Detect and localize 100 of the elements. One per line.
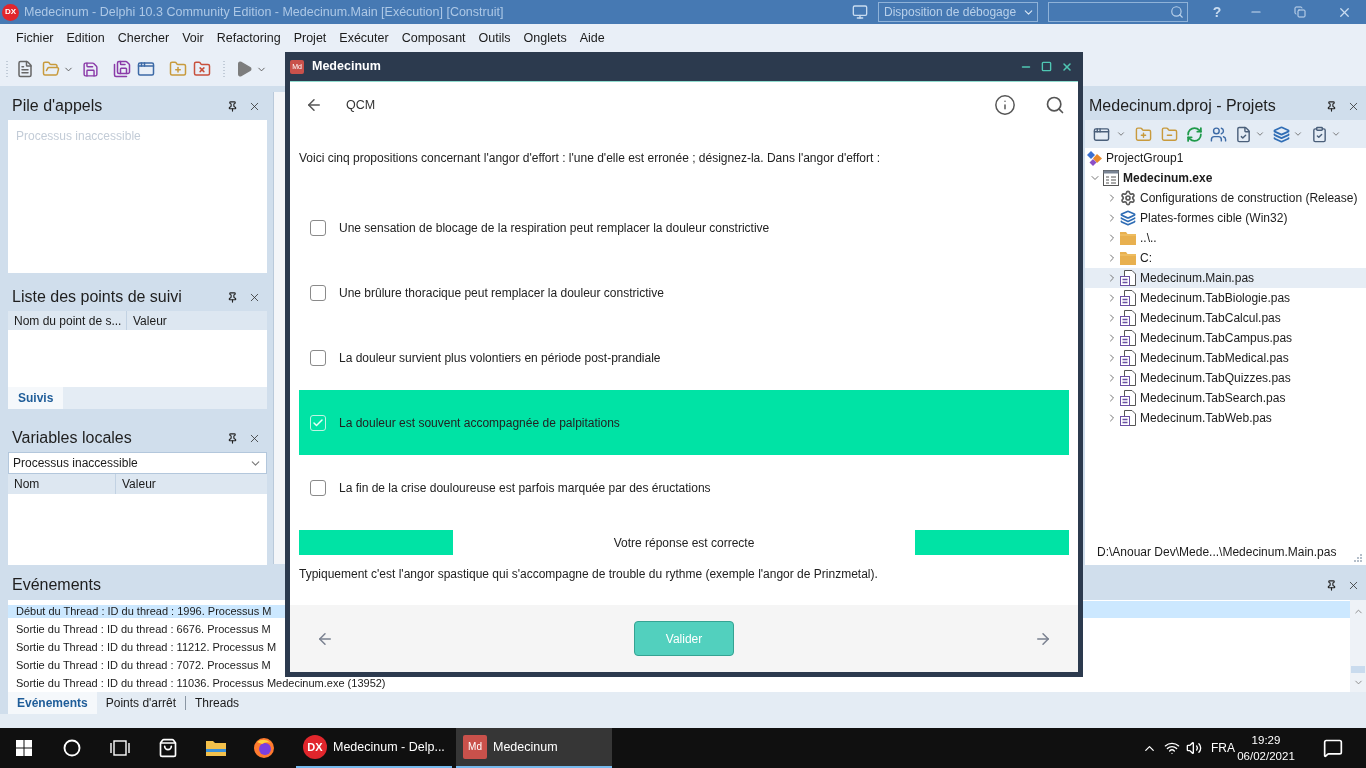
pin-icon[interactable]: [227, 291, 238, 303]
answer-option[interactable]: La douleur est souvent accompagnée de palpitations: [299, 390, 1069, 455]
close-icon[interactable]: [1061, 60, 1073, 73]
folder-plus-icon[interactable]: [1135, 125, 1152, 143]
save-all-icon[interactable]: [113, 60, 131, 78]
menu-item[interactable]: Outils: [478, 28, 511, 48]
tree-item[interactable]: Medecinum.TabSearch.pas: [1085, 388, 1366, 408]
info-icon[interactable]: [994, 94, 1016, 116]
panel-title: Evénements: [12, 575, 101, 595]
file-check-icon[interactable]: [1235, 125, 1252, 143]
layers-icon[interactable]: [1273, 125, 1290, 143]
play-icon[interactable]: [235, 60, 253, 78]
tree-item[interactable]: Medecinum.TabCalcul.pas: [1085, 308, 1366, 328]
caret-icon[interactable]: [1293, 129, 1303, 139]
tree-item[interactable]: ProjectGroup1: [1085, 148, 1366, 168]
pin-icon[interactable]: [227, 432, 238, 444]
tab[interactable]: Evénements: [8, 692, 97, 714]
notification-icon[interactable]: [1323, 738, 1343, 758]
checkbox[interactable]: [310, 284, 326, 301]
scrollbar[interactable]: [1350, 600, 1366, 692]
task-view-icon[interactable]: [110, 740, 130, 756]
file-icon[interactable]: [16, 60, 34, 78]
menu-item[interactable]: Exécuter: [339, 28, 389, 48]
tab[interactable]: Threads: [186, 692, 249, 714]
tree-item[interactable]: Medecinum.exe: [1085, 168, 1366, 188]
pin-icon[interactable]: [1326, 579, 1337, 591]
window-icon[interactable]: [137, 60, 155, 78]
menu-item[interactable]: Chercher: [117, 28, 170, 48]
result-message: Votre réponse est correcte: [613, 534, 755, 552]
process-dropdown[interactable]: Processus inaccessible: [8, 452, 267, 474]
tree-item[interactable]: Medecinum.TabBiologie.pas: [1085, 288, 1366, 308]
menu-item[interactable]: Onglets: [523, 28, 567, 48]
caret-icon[interactable]: [1255, 129, 1265, 139]
language-indicator[interactable]: FRA: [1210, 739, 1236, 757]
refresh-icon[interactable]: [1186, 125, 1203, 143]
resize-grip-icon: [1354, 554, 1362, 562]
volume-icon[interactable]: [1186, 740, 1202, 756]
monitor-icon[interactable]: [852, 4, 868, 20]
tree-item[interactable]: Medecinum.TabWeb.pas: [1085, 408, 1366, 428]
tree-item[interactable]: Medecinum.TabCampus.pas: [1085, 328, 1366, 348]
tree-item[interactable]: C:: [1085, 248, 1366, 268]
log-entry[interactable]: Sortie du Thread : ID du thread : 11212. Processus M: [8, 641, 285, 654]
layers-icon: [1120, 210, 1136, 226]
scroll-thumb[interactable]: [1351, 666, 1365, 673]
window-title: Medecinum - Delphi 10.3 Community Edition - Medecinum.Main [Exécution] [Construit]: [24, 3, 504, 21]
clipboard-check-icon[interactable]: [1311, 125, 1328, 143]
clock-time[interactable]: 19:29: [1251, 732, 1281, 748]
menu-item[interactable]: Edition: [66, 28, 105, 48]
column-header[interactable]: Valeur: [116, 474, 267, 494]
tab[interactable]: Points d'arrêt: [96, 692, 186, 714]
tree-item[interactable]: Medecinum.Main.pas: [1085, 268, 1366, 288]
tree-item[interactable]: ..\..: [1085, 228, 1366, 248]
app-logo: DX: [303, 735, 327, 759]
folder-icon[interactable]: [206, 740, 226, 756]
menu-item[interactable]: Refactoring: [216, 28, 281, 48]
caret-icon[interactable]: [1116, 129, 1126, 139]
restore-icon[interactable]: [1294, 6, 1306, 18]
menu-item[interactable]: Voir: [182, 28, 204, 48]
save-icon[interactable]: [82, 60, 99, 78]
log-entry[interactable]: Début du Thread : ID du thread : 1996. Processus M: [8, 605, 285, 618]
tab[interactable]: Suivis: [8, 387, 64, 409]
search-icon[interactable]: [1045, 95, 1065, 115]
checkbox[interactable]: [310, 219, 326, 236]
tree-item[interactable]: Medecinum.TabQuizzes.pas: [1085, 368, 1366, 388]
folder-plus-icon[interactable]: [169, 60, 187, 78]
wifi-icon[interactable]: [1164, 740, 1180, 756]
file-path: D:\Anouar Dev\Mede...\Medecinum.Main.pas: [1097, 544, 1337, 561]
folder-open-icon[interactable]: [42, 60, 60, 78]
circle-icon[interactable]: [63, 739, 81, 757]
menu-item[interactable]: Composant: [401, 28, 466, 48]
app-logo: Md: [463, 735, 487, 759]
document-icon: [1120, 270, 1136, 286]
checkbox[interactable]: [310, 479, 326, 496]
menu-item[interactable]: Projet: [293, 28, 327, 48]
browser-icon[interactable]: [254, 738, 274, 758]
checkbox[interactable]: [310, 349, 326, 366]
taskbar-button[interactable]: Md Medecinum: [456, 728, 612, 768]
caret-icon[interactable]: [1331, 129, 1341, 139]
tree-item[interactable]: Plates-formes cible (Win32): [1085, 208, 1366, 228]
maximize-icon[interactable]: [1041, 61, 1052, 72]
log-entry[interactable]: Sortie du Thread : ID du thread : 11036. Processus Medecinum.exe (13952): [8, 677, 386, 690]
tree-item[interactable]: Configurations de construction (Release): [1085, 188, 1366, 208]
taskbar-button[interactable]: DX Medecinum - Delp...: [296, 728, 452, 768]
folder-x-icon[interactable]: [193, 60, 211, 78]
menu-item[interactable]: Aide: [579, 28, 605, 48]
menu-item[interactable]: Fichier: [16, 28, 54, 48]
clock-date[interactable]: 06/02/2021: [1237, 748, 1295, 764]
log-entry[interactable]: Sortie du Thread : ID du thread : 6676. Processus M: [8, 623, 285, 636]
windows-logo-icon[interactable]: [16, 740, 32, 756]
people-icon[interactable]: [1210, 125, 1227, 143]
shopping-bag-icon[interactable]: [158, 738, 178, 758]
check-icon: [312, 416, 324, 429]
search-field[interactable]: [1048, 2, 1188, 22]
log-entry[interactable]: Sortie du Thread : ID du thread : 7072. Processus M: [8, 659, 285, 672]
pin-icon[interactable]: [1326, 100, 1337, 112]
folder-minus-icon[interactable]: [1161, 125, 1178, 143]
window-icon[interactable]: [1093, 125, 1110, 143]
pin-icon[interactable]: [227, 100, 238, 112]
tree-item[interactable]: Medecinum.TabMedical.pas: [1085, 348, 1366, 368]
column-header[interactable]: Valeur: [127, 311, 267, 330]
